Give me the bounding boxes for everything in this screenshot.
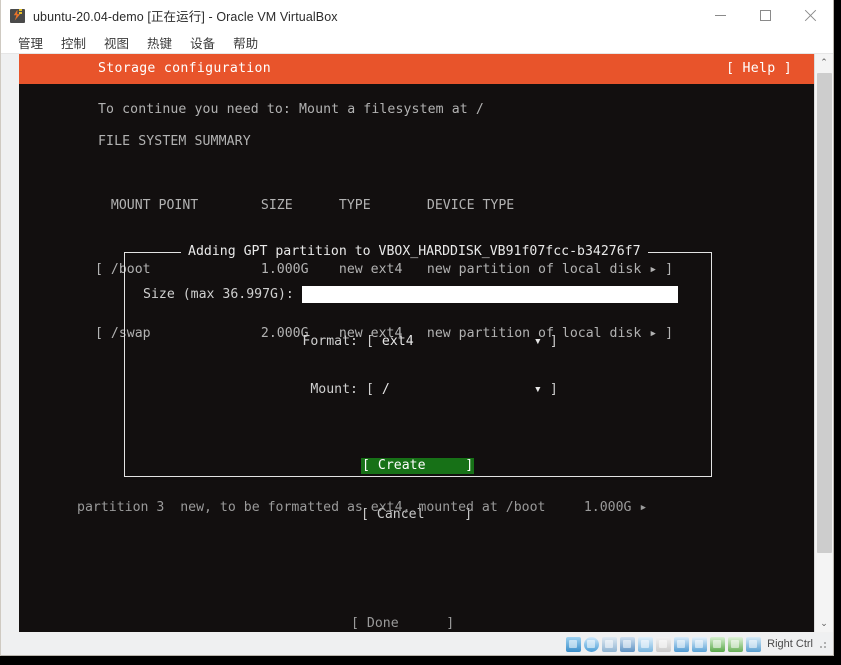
format-select[interactable]: [ ext4 ▾ ] [366,334,558,350]
create-button-line: [ Create ] [361,458,475,475]
partition-size: 1.000G [583,500,632,515]
menu-item-help[interactable]: 帮助 [224,33,267,52]
title-bar: ubuntu-20.04-demo [正在运行] - Oracle VM Vir… [1,0,833,31]
partition-description: new, to be formatted as ext4, mounted at… [180,500,546,515]
usb-icon[interactable] [638,636,654,652]
size-field-row: Size (max 36.997G): [143,286,678,303]
minimize-button[interactable] [698,0,743,31]
virtualbox-icon [10,8,26,24]
scroll-up-icon[interactable]: ⌃ [815,54,833,71]
keyboard-icon[interactable] [728,636,744,652]
format-open-bracket: [ [366,334,374,349]
column-header-device-type: DEVICE TYPE [426,198,515,213]
partition-status-row[interactable]: partition 3 new, to be formatted as ext4… [77,500,647,516]
table-header-row: MOUNT POINT SIZE TYPE DEVICE TYPE [95,198,673,214]
row-open-bracket: [ [95,262,103,277]
vertical-scrollbar[interactable]: ⌃ ⌄ [814,54,833,632]
add-partition-dialog: Adding GPT partition to VBOX_HARDDISK_VB… [124,244,712,522]
dialog-title: Adding GPT partition to VBOX_HARDDISK_VB… [181,244,648,260]
terminal-screen[interactable]: Storage configuration [ Help ] To contin… [19,54,814,632]
menu-item-control[interactable]: 控制 [52,33,95,52]
desktop-background-bottom [0,656,841,665]
vrde-icon[interactable] [746,636,762,652]
resize-grip[interactable] [819,639,829,649]
menu-item-manage[interactable]: 管理 [9,33,52,52]
scroll-down-icon[interactable]: ⌄ [815,615,833,632]
desktop-background-right [834,0,841,665]
network-icon[interactable] [620,636,636,652]
footer-buttons: [ Done ] [ Reset ] [ Back ] [351,584,454,632]
display-icon[interactable] [674,636,690,652]
window-title: ubuntu-20.04-demo [正在运行] - Oracle VM Vir… [33,10,338,24]
help-button[interactable]: [ Help ] [726,61,792,77]
mount-value: / [381,382,390,397]
shared-folder-icon[interactable] [656,636,672,652]
page-title: Storage configuration [98,61,272,76]
format-value: ext4 [381,334,414,349]
recording-icon[interactable] [692,636,708,652]
format-field-row: Format: [ ext4 ▾ ] [143,334,558,350]
virtualbox-window: ubuntu-20.04-demo [正在运行] - Oracle VM Vir… [0,0,834,656]
storage-config-header: Storage configuration [ Help ] [19,54,814,84]
row-open-bracket: [ [95,326,103,341]
status-icons [566,636,762,652]
mount-field-row: Mount: [ / ▾ ] [143,382,558,398]
floppy-drive-icon[interactable] [602,636,618,652]
mount-close-bracket: ] [549,382,558,397]
partition-expand-icon[interactable]: ▸ [639,500,647,515]
size-input[interactable] [301,286,678,303]
size-field-label: Size (max 36.997G): [143,286,294,302]
partition-name: partition 3 [77,500,165,515]
vm-screen-area: Storage configuration [ Help ] To contin… [1,54,833,632]
mount-open-bracket: [ [366,382,374,397]
menu-bar: 管理 控制 视图 热键 设备 帮助 [1,31,833,54]
menu-item-view[interactable]: 视图 [95,33,138,52]
mount-field-label: Mount: [310,382,358,397]
left-gutter [1,54,20,632]
instruction-text: To continue you need to: Mount a filesys… [98,102,484,117]
dialog-buttons: [ Create ] [ Cancel ] [361,426,475,556]
optical-drive-icon[interactable] [584,636,600,652]
status-bar: Right Ctrl [1,633,833,655]
mouse-integration-icon[interactable] [710,636,726,652]
host-key-label: Right Ctrl [767,638,813,650]
window-controls [698,0,833,31]
format-close-bracket: ] [549,334,558,349]
menu-item-hotkey[interactable]: 热键 [138,33,181,52]
maximize-button[interactable] [743,0,788,31]
create-button[interactable]: [ Create ] [361,458,475,474]
menu-item-devices[interactable]: 设备 [181,33,224,52]
chevron-down-icon[interactable]: ▾ [534,334,542,349]
column-header-type: TYPE [338,198,371,213]
format-field-label: Format: [302,334,358,349]
hard-disk-icon[interactable] [566,636,582,652]
column-header-size: SIZE [260,198,293,213]
done-button[interactable]: [ Done ] [351,616,454,632]
scrollbar-thumb[interactable] [817,73,832,553]
chevron-down-icon[interactable]: ▾ [534,382,542,397]
mount-select[interactable]: [ / ▾ ] [366,382,558,398]
column-header-mount-point: MOUNT POINT [110,198,199,213]
close-button[interactable] [788,0,833,31]
filesystem-summary-heading: FILE SYSTEM SUMMARY [98,134,251,149]
